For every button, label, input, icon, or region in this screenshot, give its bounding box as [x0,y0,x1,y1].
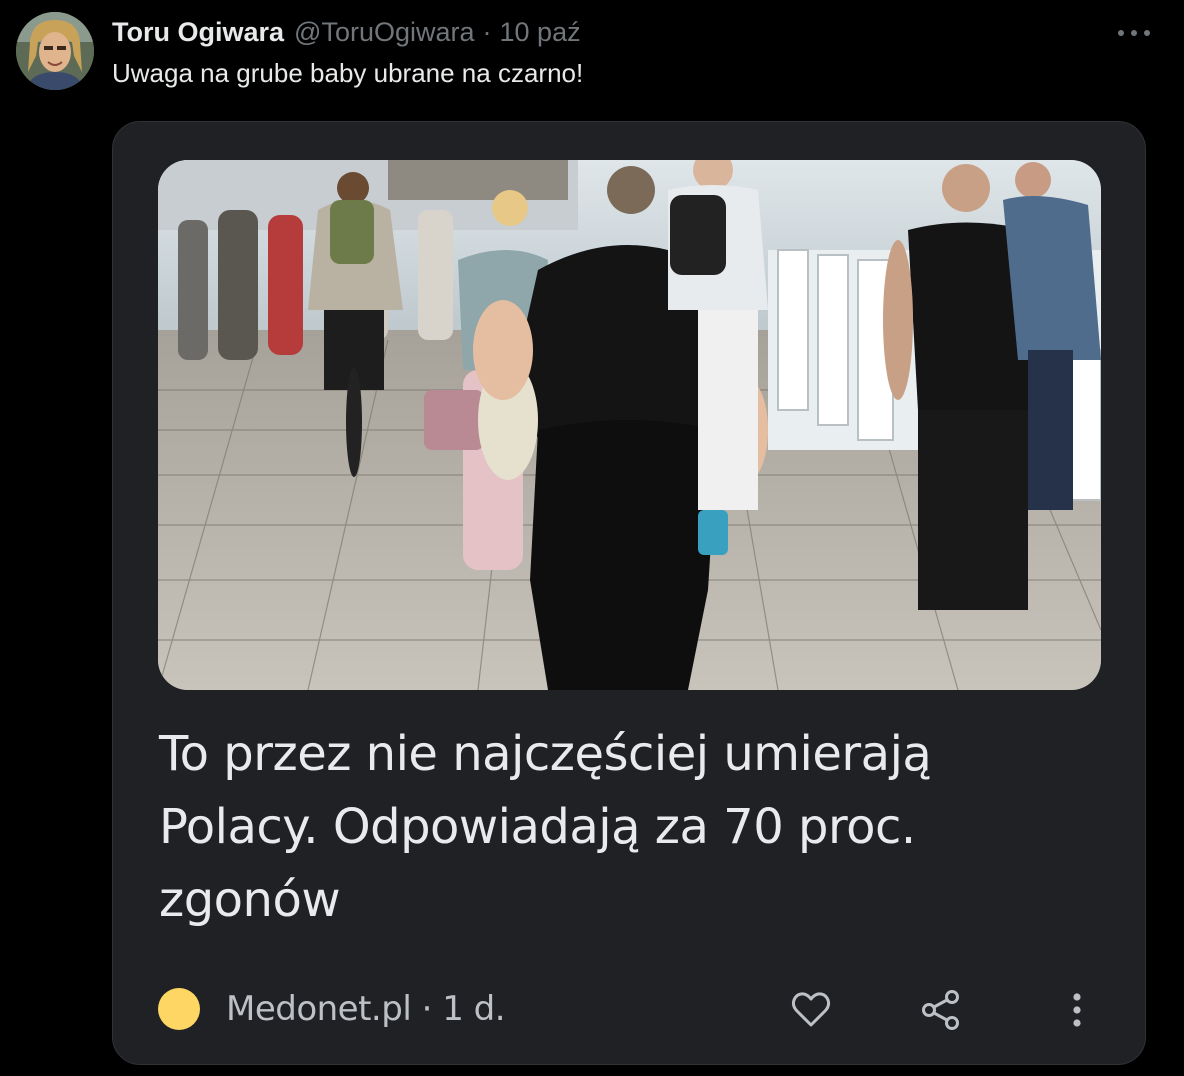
more-vertical-icon [1073,993,1081,1027]
share-button[interactable] [919,988,963,1032]
source-logo-icon [158,988,200,1030]
article-source-label[interactable]: Medonet.pl · 1 d. [226,989,506,1029]
article-source-row: Medonet.pl · 1 d. [158,984,506,1034]
tweet-timestamp[interactable]: 10 paź [500,17,581,48]
article-menu-button[interactable] [1055,988,1099,1032]
more-options-button[interactable] [1114,20,1154,46]
author-avatar[interactable] [16,12,94,90]
header-separator: · [482,16,492,47]
crowd-on-pier-image [158,160,1101,690]
heart-icon [791,992,831,1027]
author-handle[interactable]: @ToruOgiwara [294,17,474,48]
tweet-media-screenshot[interactable]: To przez nie najczęściej umierają Polacy… [112,121,1146,1065]
author-display-name[interactable]: Toru Ogiwara [112,17,284,48]
tweet-header: Toru Ogiwara @ToruOgiwara · 10 paź [112,14,581,50]
tweet-text: Uwaga na grube baby ubrane na czarno! [112,58,584,88]
article-photo [158,160,1101,690]
share-icon [922,990,959,1030]
like-button[interactable] [789,988,833,1032]
tweet: Toru Ogiwara @ToruOgiwara · 10 paź Uwaga… [0,0,1184,1076]
article-headline[interactable]: To przez nie najczęściej umierają Polacy… [159,718,1099,937]
user-avatar-icon [16,12,94,90]
more-horizontal-icon [1118,30,1150,36]
